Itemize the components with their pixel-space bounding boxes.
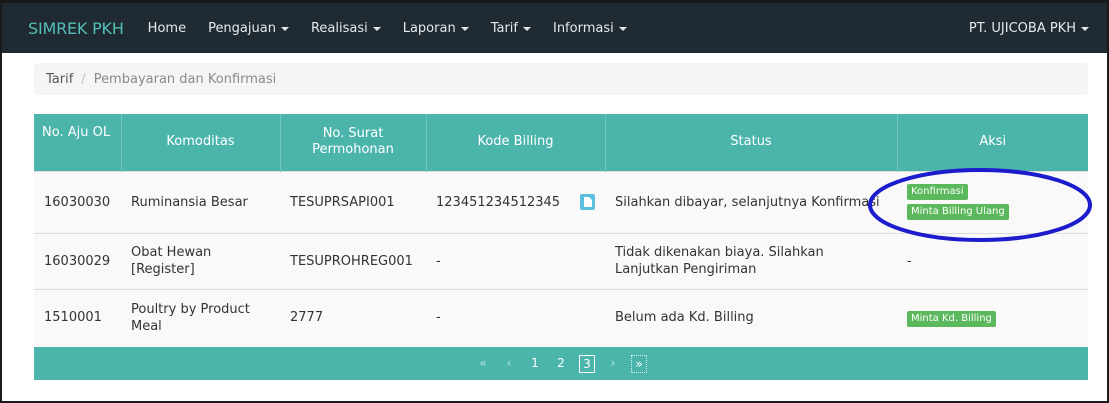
breadcrumb-separator: / (81, 71, 86, 87)
kode-billing-value: 123451234512345 (436, 194, 561, 210)
cell-no-surat: TESUPROHREG001 (280, 232, 426, 289)
top-navbar: SIMREK PKH Home Pengajuan Realisasi Lapo… (2, 3, 1107, 53)
nav-realisasi-label: Realisasi (310, 20, 368, 36)
file-icon[interactable] (580, 194, 595, 210)
nav-laporan[interactable]: Laporan (403, 21, 469, 36)
nav-informasi[interactable]: Informasi (553, 21, 627, 36)
nav-pengajuan-label: Pengajuan (208, 20, 276, 36)
caret-down-icon (280, 27, 289, 31)
pagination-next[interactable]: › (605, 355, 621, 373)
billing-table: No. Aju OL Komoditas No. Surat Permohona… (34, 114, 1088, 346)
header-no-aju: No. Aju OL (34, 114, 122, 171)
breadcrumb-item-tarif[interactable]: Tarif (46, 72, 73, 87)
caret-down-icon (372, 27, 381, 31)
cell-no-aju: 1510001 (34, 288, 121, 346)
cell-status: Tidak dikenakan biaya. Silahkan Lanjutka… (605, 232, 897, 289)
table-header-row: No. Aju OL Komoditas No. Surat Permohona… (34, 114, 1088, 171)
cell-kode-billing: - (426, 288, 605, 346)
cell-komoditas: Obat Hewan [Register] (121, 232, 280, 289)
nav-laporan-label: Laporan (402, 20, 456, 36)
header-no-surat: No. Surat Permohonan (280, 114, 427, 171)
cell-aksi: - (897, 232, 1088, 289)
cell-no-surat: TESUPRSAPI001 (280, 170, 426, 233)
breadcrumb-item-current: Pembayaran dan Konfirmasi (93, 71, 277, 87)
caret-down-icon (460, 27, 469, 31)
pagination: « ‹ 1 2 3 › » (34, 347, 1088, 380)
header-komoditas: Komoditas (121, 114, 281, 171)
nav-tarif[interactable]: Tarif (491, 21, 531, 36)
nav-realisasi[interactable]: Realisasi (311, 21, 381, 36)
cell-kode-billing: - (426, 232, 605, 289)
brand-logo[interactable]: SIMREK PKH (28, 19, 124, 38)
cell-status: Belum ada Kd. Billing (605, 288, 897, 346)
user-menu[interactable]: PT. UJICOBA PKH (969, 3, 1089, 53)
cell-komoditas: Poultry by Product Meal (121, 288, 280, 346)
minta-kd-billing-button[interactable]: Minta Kd. Billing (907, 310, 996, 327)
cell-aksi: Konfirmasi Minta Billing Ulang (897, 170, 1088, 233)
table-row: 16030029 Obat Hewan [Register] TESUPROHR… (34, 232, 1088, 289)
header-aksi: Aksi (897, 114, 1088, 171)
aksi-buttons: Konfirmasi Minta Billing Ulang (907, 184, 1078, 220)
caret-down-icon (618, 27, 627, 31)
caret-down-icon (1081, 27, 1089, 31)
pagination-first[interactable]: « (475, 355, 491, 373)
billing-cell-content: 123451234512345 (436, 194, 595, 211)
nav-home-label: Home (147, 20, 187, 36)
cell-aksi: Minta Kd. Billing (897, 288, 1088, 346)
caret-down-icon (522, 27, 531, 31)
cell-kode-billing: 123451234512345 (426, 170, 605, 233)
header-kode-billing: Kode Billing (426, 114, 606, 171)
nav-pengajuan[interactable]: Pengajuan (208, 21, 289, 36)
user-name: PT. UJICOBA PKH (968, 20, 1076, 36)
pagination-last[interactable]: » (631, 354, 647, 373)
cell-no-aju: 16030029 (34, 232, 121, 289)
nav-home[interactable]: Home (148, 21, 186, 36)
nav-informasi-label: Informasi (552, 20, 614, 36)
pagination-page-2[interactable]: 2 (553, 355, 569, 373)
cell-no-surat: 2777 (280, 288, 426, 346)
konfirmasi-button[interactable]: Konfirmasi (907, 184, 968, 200)
minta-billing-ulang-button[interactable]: Minta Billing Ulang (907, 204, 1009, 220)
table-row: 16030030 Ruminansia Besar TESUPRSAPI001 … (34, 170, 1088, 233)
cell-status: Silahkan dibayar, selanjutnya Konfirmasi (605, 170, 897, 233)
pagination-page-current[interactable]: 3 (579, 354, 595, 373)
pagination-prev[interactable]: ‹ (501, 355, 517, 373)
cell-no-aju: 16030030 (34, 170, 121, 233)
nav-tarif-label: Tarif (490, 20, 518, 36)
header-status: Status (605, 114, 898, 171)
cell-komoditas: Ruminansia Besar (121, 170, 280, 233)
breadcrumb: Tarif / Pembayaran dan Konfirmasi (34, 63, 1088, 95)
pagination-page-1[interactable]: 1 (527, 355, 543, 373)
table-row: 1510001 Poultry by Product Meal 2777 - B… (34, 288, 1088, 346)
